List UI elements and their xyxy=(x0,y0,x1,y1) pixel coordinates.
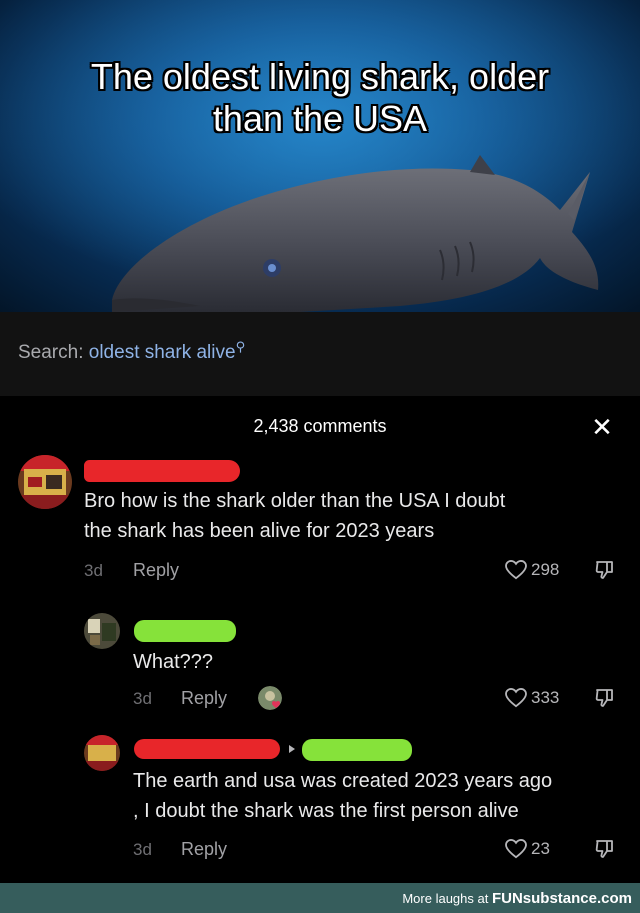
comment-text-line: , I doubt the shark was the first person… xyxy=(133,800,519,822)
like-button[interactable]: 23 xyxy=(505,839,550,859)
comment-age: 3d xyxy=(133,840,152,859)
comment-text-line: The earth and usa was created 2023 years… xyxy=(133,770,553,792)
comment-text-line: the shark has been alive for 2023 years xyxy=(84,520,435,542)
meme-caption-line2: than the USA xyxy=(212,98,428,139)
like-count: 23 xyxy=(531,839,550,858)
reply-button[interactable]: Reply xyxy=(181,688,227,709)
comment-age: 3d xyxy=(133,689,152,708)
comments-count: 2,438 comments xyxy=(253,416,387,436)
search-query[interactable]: oldest shark alive xyxy=(89,342,236,363)
like-count: 333 xyxy=(531,688,560,707)
heart-icon xyxy=(505,839,527,859)
heart-icon xyxy=(505,688,527,708)
redacted-username xyxy=(302,739,412,761)
comment-text: What??? xyxy=(133,647,613,677)
meme-caption-line1: The oldest living shark, older xyxy=(90,56,550,97)
meme-caption: The oldest living shark, older than the … xyxy=(0,56,640,140)
creator-liked-avatar xyxy=(258,686,282,710)
redacted-username xyxy=(84,460,240,482)
comment-age: 3d xyxy=(84,561,103,580)
watermark: More laughs at FUNsubstance.com xyxy=(402,890,632,907)
heart-icon xyxy=(505,560,527,580)
reply-button[interactable]: Reply xyxy=(133,560,179,581)
redacted-username xyxy=(134,620,236,642)
redacted-username xyxy=(134,739,280,759)
comment-text-line: What??? xyxy=(133,651,214,673)
comment-text: Bro how is the shark older than the USA … xyxy=(84,486,624,546)
comment-text: The earth and usa was created 2023 years… xyxy=(133,766,633,826)
dislike-icon[interactable] xyxy=(594,687,616,709)
like-count: 298 xyxy=(531,560,560,579)
watermark-prefix: More laughs at xyxy=(402,891,492,906)
search-label: Search: xyxy=(18,342,84,363)
search-suggestion[interactable]: Search: oldest shark alive⚲ xyxy=(18,339,246,364)
dislike-icon[interactable] xyxy=(594,838,616,860)
avatar[interactable] xyxy=(18,455,72,509)
close-icon[interactable]: ✕ xyxy=(588,414,616,442)
avatar[interactable] xyxy=(84,613,120,649)
reply-button[interactable]: Reply xyxy=(181,839,227,860)
like-button[interactable]: 298 xyxy=(505,560,559,580)
avatar[interactable] xyxy=(84,735,120,771)
dislike-icon[interactable] xyxy=(594,559,616,581)
shark-illustration xyxy=(0,0,640,312)
comment-text-line: Bro how is the shark older than the USA … xyxy=(84,490,506,512)
watermark-brand: FUNsubstance.com xyxy=(491,890,632,907)
search-icon[interactable]: ⚲ xyxy=(236,339,246,354)
meme-image: The oldest living shark, older than the … xyxy=(0,0,640,312)
like-button[interactable]: 333 xyxy=(505,688,559,708)
reply-arrow-icon xyxy=(289,745,295,753)
